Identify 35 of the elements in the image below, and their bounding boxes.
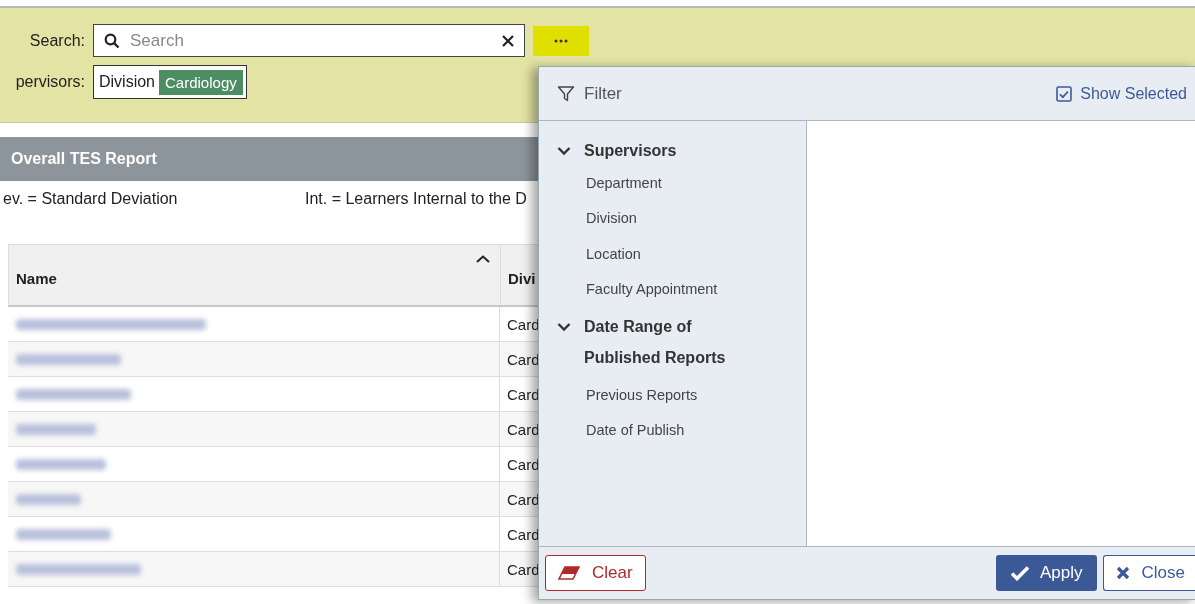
- search-label: Search:: [28, 31, 85, 50]
- ellipsis-icon: [554, 38, 568, 43]
- close-icon: [1115, 566, 1130, 580]
- clear-button[interactable]: Clear: [545, 555, 646, 591]
- apply-button[interactable]: Apply: [996, 555, 1097, 591]
- legend-text: Int. = Learners Internal to the D: [305, 190, 527, 208]
- report-title: Overall TES Report: [0, 137, 540, 181]
- search-field[interactable]: Search: [93, 24, 525, 57]
- panel-title: Filter: [584, 83, 622, 104]
- clear-icon[interactable]: [502, 34, 514, 47]
- column-header[interactable]: Divi: [501, 245, 540, 305]
- filter-item[interactable]: Date of Publish: [539, 412, 685, 448]
- filter-item[interactable]: Previous Reports: [539, 377, 698, 413]
- checkbox-icon: [1056, 85, 1073, 102]
- group-header[interactable]: Supervisors: [539, 137, 754, 165]
- legend-text: ev. = Standard Deviation: [3, 190, 178, 208]
- chevron-icon: [557, 322, 571, 332]
- supervisors-label: pervisors:: [14, 73, 85, 91]
- show-selected-toggle[interactable]: Show Selected: [1056, 84, 1187, 103]
- blurred-name: [16, 493, 81, 505]
- chip-label: Division: [98, 73, 155, 91]
- chevron-icon: [557, 146, 571, 156]
- column-header[interactable]: Name: [9, 245, 501, 305]
- filter-item[interactable]: Faculty Appointment: [539, 271, 718, 307]
- filter-icon: [557, 84, 575, 103]
- check-icon: [1010, 565, 1030, 581]
- sort-icon: [476, 255, 490, 263]
- filter-item[interactable]: Division: [539, 200, 637, 236]
- filter-item[interactable]: Department: [539, 165, 662, 201]
- eraser-icon: [558, 566, 580, 580]
- close-button[interactable]: Close: [1102, 555, 1195, 591]
- filter-item[interactable]: Location: [539, 236, 641, 272]
- group-header[interactable]: Date Range of Published Reports: [539, 307, 754, 377]
- chip-value: Cardiology: [159, 69, 243, 95]
- search-icon: [104, 32, 120, 49]
